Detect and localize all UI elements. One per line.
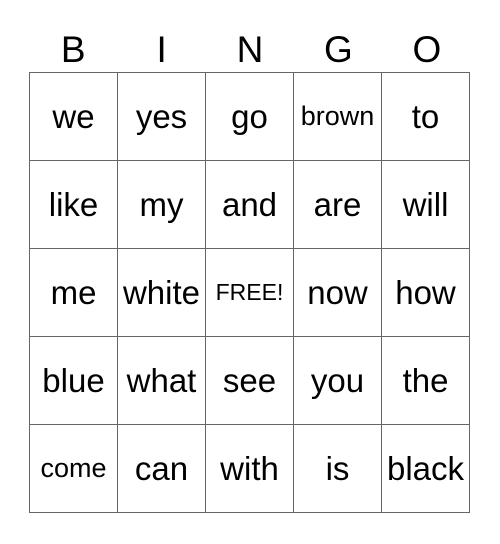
bingo-cell[interactable]: is bbox=[293, 424, 382, 513]
bingo-cell[interactable]: are bbox=[293, 160, 382, 249]
bingo-row: me white FREE! now how bbox=[29, 248, 470, 337]
bingo-row: blue what see you the bbox=[29, 336, 470, 425]
bingo-cell[interactable]: how bbox=[381, 248, 470, 337]
bingo-row: come can with is black bbox=[29, 424, 470, 513]
header-letter-g: G bbox=[324, 29, 353, 70]
bingo-cell[interactable]: like bbox=[29, 160, 118, 249]
bingo-grid: we yes go brown to like my and are will me white FRE… bbox=[29, 72, 470, 513]
bingo-cell[interactable]: to bbox=[381, 72, 470, 161]
bingo-row: we yes go brown to bbox=[29, 72, 470, 161]
free-space-cell[interactable]: FREE! bbox=[205, 248, 294, 337]
header-letter-b: B bbox=[60, 29, 86, 70]
bingo-cell[interactable]: yes bbox=[117, 72, 206, 161]
header-letter-i: I bbox=[156, 29, 167, 70]
bingo-cell[interactable]: black bbox=[381, 424, 470, 513]
bingo-cell[interactable]: see bbox=[205, 336, 294, 425]
bingo-cell[interactable]: go bbox=[205, 72, 294, 161]
bingo-row: like my and are will bbox=[29, 160, 470, 249]
bingo-cell[interactable]: can bbox=[117, 424, 206, 513]
bingo-cell[interactable]: we bbox=[29, 72, 118, 161]
bingo-cell[interactable]: blue bbox=[29, 336, 118, 425]
bingo-cell[interactable]: my bbox=[117, 160, 206, 249]
bingo-cell[interactable]: what bbox=[117, 336, 206, 425]
bingo-cell[interactable]: and bbox=[205, 160, 294, 249]
bingo-cell[interactable]: come bbox=[29, 424, 118, 513]
header-letter-o: O bbox=[412, 29, 442, 70]
bingo-cell[interactable]: me bbox=[29, 248, 118, 337]
bingo-cell[interactable]: white bbox=[117, 248, 206, 337]
bingo-cell[interactable]: brown bbox=[293, 72, 382, 161]
bingo-header: B I N G O bbox=[29, 28, 471, 72]
bingo-cell[interactable]: the bbox=[381, 336, 470, 425]
bingo-cell[interactable]: will bbox=[381, 160, 470, 249]
header-letter-n: N bbox=[236, 29, 264, 70]
bingo-cell[interactable]: with bbox=[205, 424, 294, 513]
bingo-cell[interactable]: now bbox=[293, 248, 382, 337]
bingo-cell[interactable]: you bbox=[293, 336, 382, 425]
